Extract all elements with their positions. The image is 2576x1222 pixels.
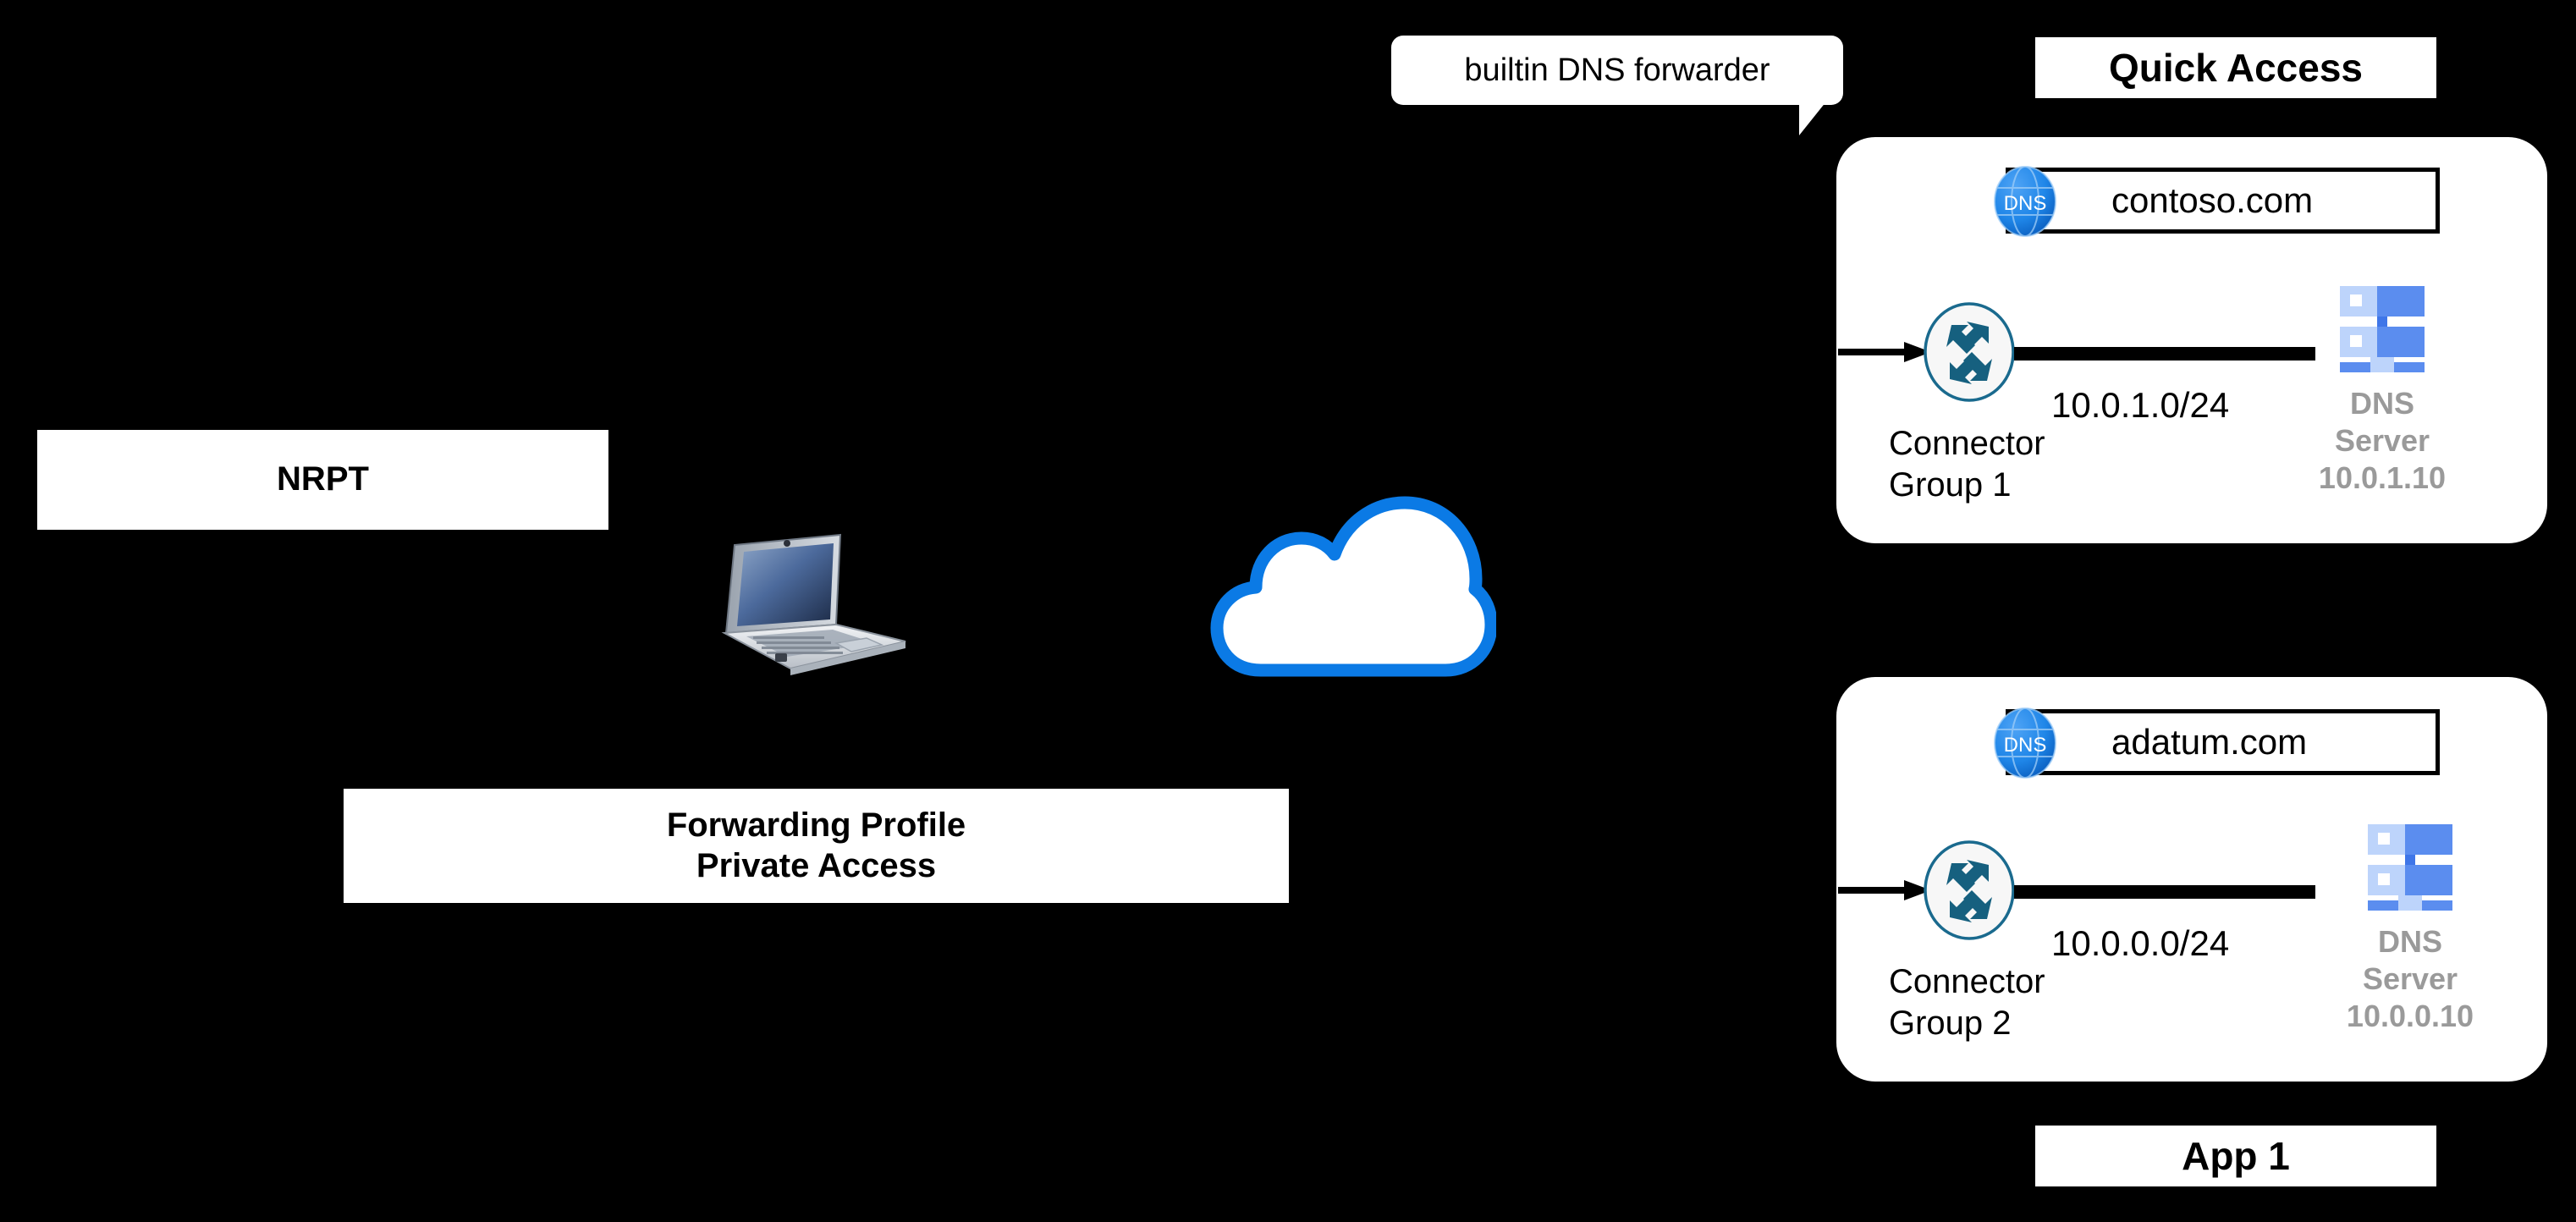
connector-caption-1: Connector Group 1 [1889, 425, 2045, 504]
dns-globe-icon: DNS [1994, 707, 2056, 779]
inbound-arrow-1 [1838, 333, 1931, 371]
quick-access-text: Quick Access [2108, 45, 2364, 90]
inbound-arrow-2 [1838, 872, 1931, 909]
dns-globe-icon: DNS [1994, 166, 2056, 237]
domain-field-1: contoso.com [2006, 168, 2440, 234]
dns-server-icon-1 [2333, 284, 2431, 379]
dns-server-caption-1: DNS Server 10.0.1.10 [2318, 386, 2447, 495]
forwarding-profile-box: Forwarding Profile Private Access [344, 789, 1289, 903]
forwarding-profile-line1: Forwarding Profile [666, 806, 966, 845]
quick-access-label: Quick Access [2035, 37, 2436, 98]
subnet-link-1 [2014, 347, 2315, 361]
nrpt-label: NRPT [277, 460, 369, 498]
callout-text: builtin DNS forwarder [1464, 52, 1770, 88]
dns-server-icon-2 [2361, 823, 2459, 917]
svg-text:DNS: DNS [2004, 192, 2047, 215]
diagram-canvas: NRPT Forwarding Profile Private Access b… [0, 0, 2576, 1222]
laptop-icon [709, 525, 931, 685]
subnet-label-2: 10.0.0.0/24 [2051, 923, 2230, 963]
svg-text:DNS: DNS [2004, 734, 2047, 757]
domain-name-1: contoso.com [2111, 180, 2314, 220]
nrpt-box: NRPT [37, 430, 608, 530]
subnet-label-1: 10.0.1.0/24 [2051, 385, 2230, 425]
forwarding-profile-line2: Private Access [696, 846, 937, 884]
callout-tail-icon [1799, 102, 1826, 135]
connector-router-icon-2 [1923, 839, 2016, 941]
app1-text: App 1 [2182, 1133, 2290, 1178]
dns-server-caption-2: DNS Server 10.0.0.10 [2346, 924, 2474, 1033]
callout-bubble: builtin DNS forwarder [1391, 36, 1843, 105]
domain-name-2: adatum.com [2111, 722, 2308, 762]
connector-caption-2: Connector Group 2 [1889, 963, 2045, 1042]
connector-router-icon-1 [1923, 301, 2016, 403]
domain-field-2: adatum.com [2006, 709, 2440, 775]
subnet-link-2 [2014, 885, 2315, 899]
app1-label: App 1 [2035, 1126, 2436, 1186]
cloud-icon [1205, 474, 1498, 687]
